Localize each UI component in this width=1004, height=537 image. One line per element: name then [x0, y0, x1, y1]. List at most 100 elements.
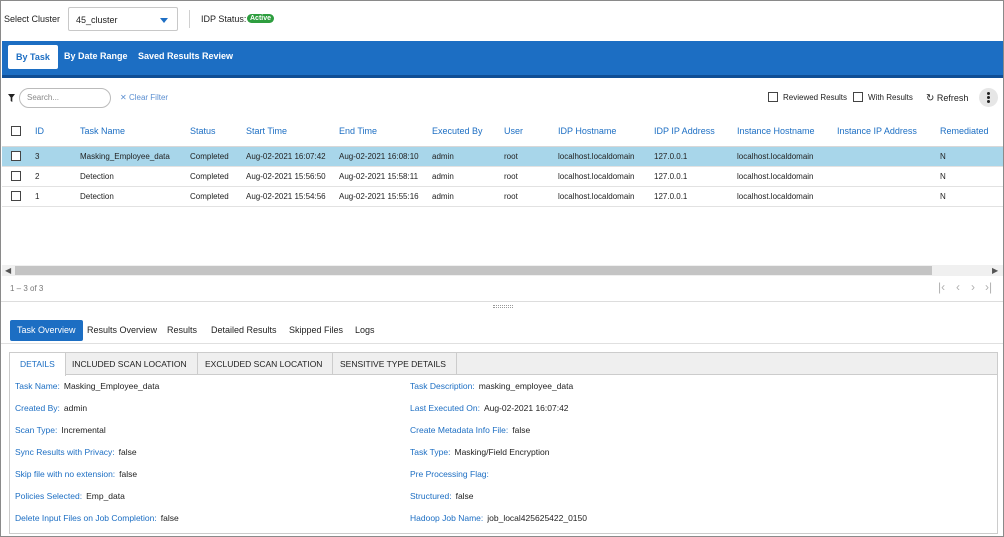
field-label: Sync Results with Privacy:: [15, 447, 115, 457]
tab-detailed-results[interactable]: Detailed Results: [211, 325, 277, 335]
kebab-icon-dot: [987, 92, 990, 95]
field-label: Last Executed On:: [410, 403, 480, 413]
last-page-icon[interactable]: ›|: [985, 280, 992, 294]
row-checkbox[interactable]: [11, 171, 21, 181]
tab-results[interactable]: Results: [167, 325, 197, 335]
row-checkbox[interactable]: [11, 191, 21, 201]
field-label: Task Description:: [410, 381, 475, 391]
table-cell: root: [504, 186, 558, 207]
field-value: Emp_data: [86, 491, 125, 501]
refresh-button[interactable]: ↻ Refresh: [926, 93, 968, 104]
detail-field: Hadoop Job Name: job_local425625422_0150: [410, 513, 587, 523]
cluster-select[interactable]: 45_cluster: [68, 7, 178, 31]
table-row[interactable]: 1 Detection Completed Aug-02-2021 15:54:…: [2, 186, 1003, 207]
select-all-cell: [2, 116, 26, 147]
table-cell: admin: [432, 166, 504, 187]
tasks-table: ID Task Name Status Start Time End Time …: [2, 116, 1003, 276]
column-header[interactable]: Status: [190, 116, 246, 147]
tab-sensitive-type-details[interactable]: SENSITIVE TYPE DETAILS: [330, 353, 457, 375]
table-cell: Aug-02-2021 15:56:50: [246, 166, 339, 187]
column-header[interactable]: IDP Hostname: [558, 116, 654, 147]
select-all-checkbox[interactable]: [11, 126, 21, 137]
detail-field: Create Metadata Info File: false: [410, 425, 530, 435]
field-value: false: [118, 447, 137, 457]
panel-splitter[interactable]: [1, 301, 1003, 313]
column-header[interactable]: End Time: [339, 116, 432, 147]
table-row[interactable]: 2 Detection Completed Aug-02-2021 15:56:…: [2, 166, 1003, 187]
row-checkbox-cell: [2, 166, 26, 187]
column-header[interactable]: IDP IP Address: [654, 116, 737, 147]
clear-filter-link[interactable]: ✕ Clear Filter: [120, 93, 168, 102]
detail-field: Last Executed On: Aug-02-2021 16:07:42: [410, 403, 569, 413]
horizontal-scrollbar[interactable]: ◀ ▶: [2, 265, 1003, 276]
table-cell: admin: [432, 146, 504, 167]
kebab-icon-dot: [987, 100, 990, 103]
tab-results-overview[interactable]: Results Overview: [87, 325, 157, 335]
field-label: Pre Processing Flag:: [410, 469, 489, 479]
column-header[interactable]: User: [504, 116, 558, 147]
detail-field: Policies Selected: Emp_data: [15, 491, 125, 501]
field-label: Scan Type:: [15, 425, 58, 435]
row-checkbox[interactable]: [11, 151, 21, 161]
table-cell: localhost.localdomain: [737, 166, 837, 187]
scroll-right-icon[interactable]: ▶: [992, 265, 998, 276]
column-header[interactable]: Instance Hostname: [737, 116, 837, 147]
detail-field: Task Type: Masking/Field Encryption: [410, 447, 549, 457]
tab-saved-results-review[interactable]: Saved Results Review: [138, 51, 233, 61]
table-cell: Completed: [190, 146, 246, 167]
scroll-left-icon[interactable]: ◀: [5, 265, 11, 276]
column-header[interactable]: Instance IP Address: [837, 116, 940, 147]
more-options-button[interactable]: [979, 88, 998, 107]
field-label: Policies Selected:: [15, 491, 83, 501]
field-value: job_local425625422_0150: [487, 513, 587, 523]
table-cell: 127.0.0.1: [654, 146, 737, 167]
checkbox-box[interactable]: [853, 91, 863, 102]
column-header[interactable]: ID: [26, 116, 80, 147]
field-value: false: [512, 425, 531, 435]
with-results-checkbox[interactable]: With Results: [853, 91, 913, 102]
cluster-select-value: 45_cluster: [76, 15, 118, 25]
tab-excluded-scan-location[interactable]: EXCLUDED SCAN LOCATION: [195, 353, 334, 375]
column-header[interactable]: Executed By: [432, 116, 504, 147]
tab-task-overview[interactable]: Task Overview: [10, 320, 83, 341]
field-label: Task Type:: [410, 447, 451, 457]
table-cell: [837, 146, 940, 167]
tab-included-scan-location[interactable]: INCLUDED SCAN LOCATION: [62, 353, 198, 375]
next-page-icon[interactable]: ›: [971, 280, 975, 294]
table-header-row: ID Task Name Status Start Time End Time …: [2, 116, 1003, 147]
column-header[interactable]: Remediated: [940, 116, 1003, 147]
detail-field: Created By: admin: [15, 403, 87, 413]
tab-skipped-files[interactable]: Skipped Files: [289, 325, 343, 335]
table-cell: Aug-02-2021 16:08:10: [339, 146, 432, 167]
previous-page-icon[interactable]: ‹: [956, 280, 960, 294]
clear-filter-label: Clear Filter: [128, 93, 169, 102]
scrollbar-thumb[interactable]: [15, 266, 932, 275]
column-header[interactable]: Start Time: [246, 116, 339, 147]
table-row[interactable]: 3 Masking_Employee_data Completed Aug-02…: [2, 146, 1003, 167]
column-header[interactable]: Task Name: [80, 116, 190, 147]
tab-by-date-range[interactable]: By Date Range: [64, 51, 128, 61]
reviewed-results-checkbox[interactable]: Reviewed Results: [768, 91, 847, 102]
row-checkbox-cell: [2, 146, 26, 167]
table-cell: [837, 186, 940, 207]
detail-field: Structured: false: [410, 491, 474, 501]
detail-tab-bar: Task Overview Results Overview Results D…: [1, 318, 1003, 344]
drag-handle-icon[interactable]: [493, 305, 513, 308]
row-checkbox-cell: [2, 186, 26, 207]
tab-by-task[interactable]: By Task: [8, 45, 58, 69]
tab-details[interactable]: DETAILS: [10, 353, 66, 376]
search-input[interactable]: [27, 93, 107, 102]
field-label: Created By:: [15, 403, 60, 413]
table-cell: Completed: [190, 166, 246, 187]
checkbox-box[interactable]: [768, 91, 778, 102]
detail-field: Delete Input Files on Job Completion: fal…: [15, 513, 179, 523]
first-page-icon[interactable]: |‹: [938, 280, 945, 294]
filter-icon[interactable]: [8, 94, 15, 102]
tab-logs[interactable]: Logs: [355, 325, 375, 335]
cluster-label: Select Cluster: [4, 14, 61, 24]
field-label: Structured:: [410, 491, 452, 501]
field-label: Delete Input Files on Job Completion:: [15, 513, 157, 523]
table-cell: localhost.localdomain: [737, 186, 837, 207]
table-cell: root: [504, 146, 558, 167]
search-box[interactable]: [19, 88, 111, 108]
